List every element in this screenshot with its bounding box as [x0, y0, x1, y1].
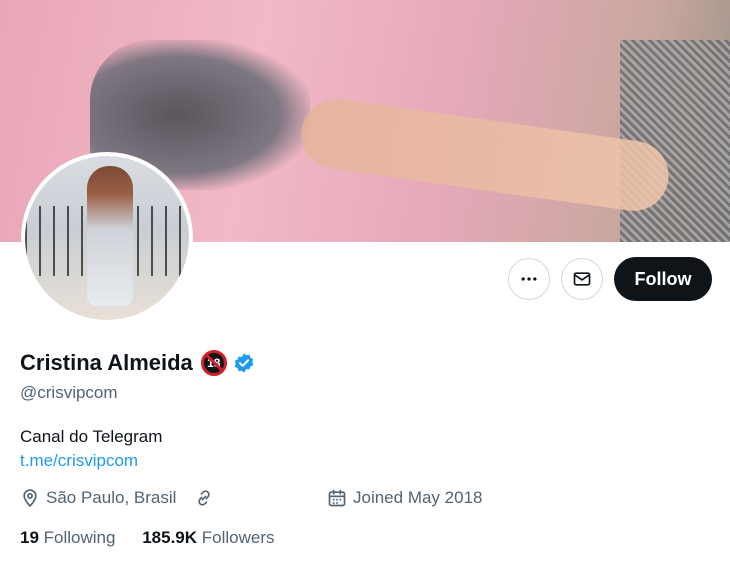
location-item: São Paulo, Brasil	[20, 488, 176, 508]
following-label: Following	[43, 528, 116, 547]
location-text: São Paulo, Brasil	[46, 488, 177, 507]
followers-label: Followers	[201, 528, 275, 547]
following-stat[interactable]: 19 Following	[20, 528, 115, 548]
location-pin-icon	[23, 489, 37, 508]
avatar-image	[25, 156, 189, 320]
link-icon	[198, 490, 210, 506]
envelope-icon	[573, 272, 591, 286]
follow-button[interactable]: Follow	[614, 257, 712, 301]
profile-bio: Canal do Telegram	[20, 427, 163, 446]
followers-stat[interactable]: 185.9K Followers	[142, 528, 274, 548]
calendar-icon	[328, 489, 346, 507]
link-item[interactable]	[194, 488, 220, 508]
joined-date-text: Joined May 2018	[353, 488, 483, 507]
user-handle: @crisvipcom	[20, 383, 118, 402]
profile-avatar[interactable]	[21, 152, 193, 324]
profile-website-link[interactable]: t.me/crisvipcom	[20, 451, 138, 471]
more-horizontal-icon	[521, 277, 537, 281]
age-badge-number: 18	[207, 356, 221, 370]
name-row: Cristina Almeida 18	[20, 348, 255, 378]
verified-badge-icon[interactable]	[233, 352, 255, 374]
age-restriction-badge: 18	[200, 350, 227, 376]
joined-item: Joined May 2018	[327, 488, 482, 508]
display-name: Cristina Almeida	[20, 350, 193, 375]
banner-figure-legs	[296, 94, 674, 216]
more-options-button[interactable]	[508, 258, 550, 300]
followers-count: 185.9K	[142, 528, 198, 547]
following-count: 19	[20, 528, 39, 547]
avatar-person	[87, 166, 133, 306]
follow-stats: 19 Following 185.9K Followers	[20, 528, 297, 548]
message-button[interactable]	[561, 258, 603, 300]
